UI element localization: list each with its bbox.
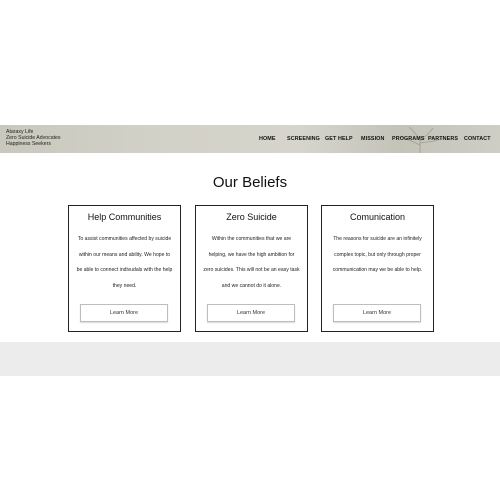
main-nav: HOME SCREENING GET HELP MISSION PROGRAMS…	[0, 136, 500, 144]
nav-item-get-help[interactable]: GET HELP	[325, 136, 353, 142]
nav-item-screening[interactable]: SCREENING	[287, 136, 320, 142]
belief-card-zero-suicide: Zero Suicide Within the communities that…	[195, 205, 308, 332]
nav-item-mission[interactable]: MISSION	[361, 136, 384, 142]
nav-item-programs[interactable]: PROGRAMS	[392, 136, 425, 142]
belief-card-comunication: Comunication The reasons for suicide are…	[321, 205, 434, 332]
nav-item-contact[interactable]: CONTACT	[464, 136, 491, 142]
card-text: The reasons for suicide are an infinitel…	[332, 236, 423, 274]
learn-more-button[interactable]: Learn More	[80, 304, 168, 322]
card-title: Comunication	[349, 212, 406, 222]
section-heading: Our Beliefs	[212, 174, 288, 191]
learn-more-button[interactable]: Learn More	[333, 304, 421, 322]
card-title: Zero Suicide	[226, 212, 277, 222]
learn-more-button[interactable]: Learn More	[207, 304, 295, 322]
nav-item-home[interactable]: HOME	[259, 136, 276, 142]
nav-item-partners[interactable]: PARTNERS	[428, 136, 458, 142]
belief-card-help-communities: Help Communities To assist communities a…	[68, 205, 181, 332]
card-text: Within the communities that we are helpi…	[203, 236, 300, 289]
card-title: Help Communities	[87, 212, 162, 222]
card-text: To assist communities affected by suicid…	[76, 236, 173, 289]
footer-band	[0, 342, 500, 376]
page: Ataraxy Life Zero Suicide Advocates Happ…	[0, 0, 500, 500]
